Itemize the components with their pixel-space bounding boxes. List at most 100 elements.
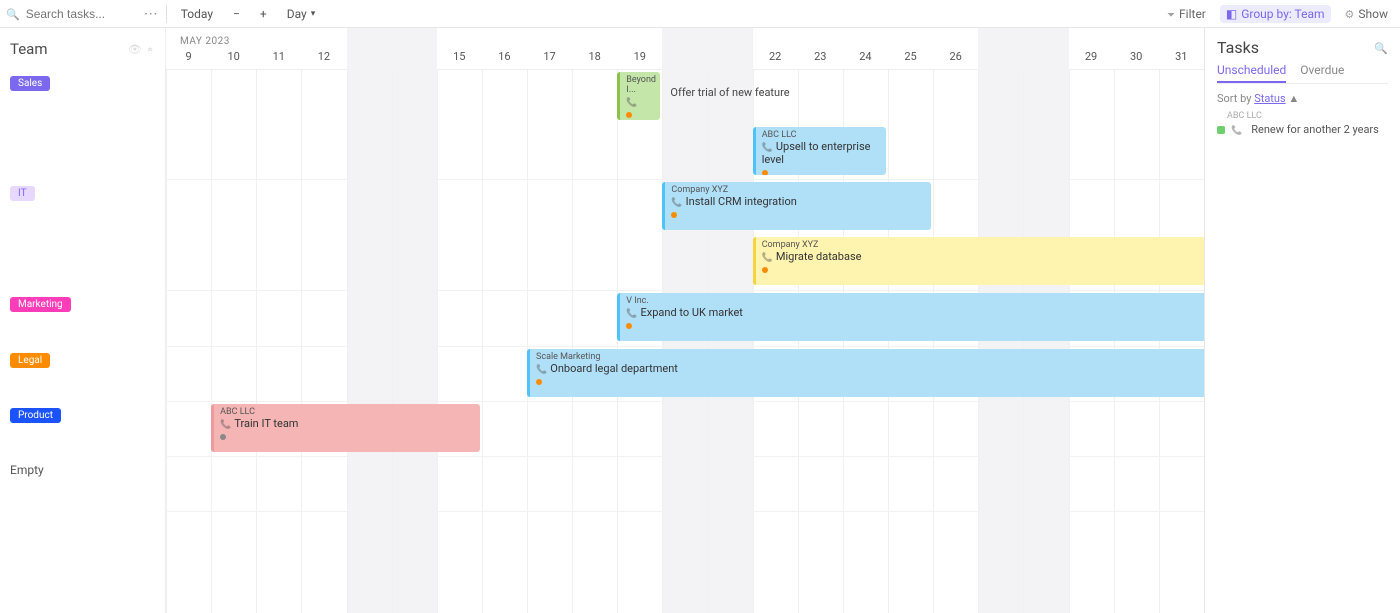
task-client: ABC LLC xyxy=(762,130,880,140)
group-pill[interactable]: Legal xyxy=(10,353,50,368)
task-overflow-label[interactable]: Offer trial of new feature xyxy=(666,84,793,101)
date-cell: 17 xyxy=(527,50,572,69)
task-status-dot xyxy=(671,212,677,218)
month-label: MAY 2023 xyxy=(180,36,230,47)
task-card[interactable]: ABC LLCTrain IT team xyxy=(211,404,480,452)
show-button[interactable]: Show xyxy=(1339,5,1394,23)
task-client: V Inc. xyxy=(626,296,1204,306)
date-cell: 9 xyxy=(166,50,211,69)
group-header: Team xyxy=(0,28,165,70)
sort-label: Sort by xyxy=(1217,92,1251,105)
date-cell: 23 xyxy=(798,50,843,69)
date-cell: 11 xyxy=(256,50,301,69)
task-client: Beyond I... xyxy=(626,75,654,95)
visibility-icon[interactable] xyxy=(128,42,142,57)
date-cell: 16 xyxy=(482,50,527,69)
task-client: Company XYZ xyxy=(671,185,925,195)
group-row: Marketing xyxy=(0,291,165,347)
panel-search-icon[interactable] xyxy=(1374,41,1388,55)
task-title: Upsell to enterprise level xyxy=(762,140,871,166)
view-range-dropdown[interactable]: Day ▾ xyxy=(281,5,322,23)
zoom-out-button[interactable]: − xyxy=(227,5,246,23)
today-button[interactable]: Today xyxy=(175,5,219,23)
task-status-dot xyxy=(626,112,632,118)
sort-value: Status xyxy=(1254,92,1285,105)
date-cell: 30 xyxy=(1114,50,1159,69)
task-title: Onboard legal department xyxy=(536,362,678,375)
date-cell: 19 xyxy=(617,50,662,69)
panel-tab[interactable]: Unscheduled xyxy=(1217,63,1286,83)
status-square-icon xyxy=(1217,126,1225,134)
filter-label: Filter xyxy=(1179,7,1206,21)
phone-icon xyxy=(1231,123,1245,136)
task-title: Migrate database xyxy=(762,250,862,263)
timeline-lane: Beyond I... Offer trial of new feature ABC… xyxy=(166,70,1204,180)
group-pill[interactable]: Product xyxy=(10,408,61,423)
date-cell: 29 xyxy=(1069,50,1114,69)
groupby-icon: ◧ xyxy=(1226,7,1237,21)
panel-title: Tasks xyxy=(1217,38,1259,57)
task-card[interactable]: V Inc.Expand to UK market xyxy=(617,293,1204,341)
timeline-lane xyxy=(166,457,1204,512)
task-title: Install CRM integration xyxy=(671,195,796,208)
search-input[interactable] xyxy=(26,7,136,21)
task-status-dot xyxy=(762,267,768,273)
date-cell: 25 xyxy=(888,50,933,69)
group-row: IT xyxy=(0,180,165,291)
task-client: Scale Marketing xyxy=(536,352,1204,362)
date-cell: 31 xyxy=(1159,50,1204,69)
group-row: Product xyxy=(0,402,165,457)
task-status-dot xyxy=(220,434,226,440)
group-row: Legal xyxy=(0,347,165,402)
group-sidebar: Team Sales IT Marketing Legal Product Empty xyxy=(0,28,166,613)
date-cell: 22 xyxy=(753,50,798,69)
group-title: Team xyxy=(10,40,48,58)
unscheduled-title: Renew for another 2 years xyxy=(1251,123,1379,136)
gear-icon xyxy=(1345,7,1355,21)
group-pill[interactable]: IT xyxy=(10,186,35,201)
date-cell: 10 xyxy=(211,50,256,69)
timeline-lane: ABC LLCTrain IT team xyxy=(166,402,1204,457)
divider xyxy=(166,5,167,23)
group-pill[interactable]: Marketing xyxy=(10,297,71,312)
task-title: Expand to UK market xyxy=(626,306,743,319)
task-title xyxy=(626,95,640,108)
task-client: ABC LLC xyxy=(220,407,474,417)
date-cell: 26 xyxy=(933,50,978,69)
unscheduled-task[interactable]: ABC LLCRenew for another 2 years xyxy=(1217,111,1388,136)
groupby-button[interactable]: ◧ Group by: Team xyxy=(1220,5,1331,23)
tasks-panel: Tasks Unscheduled Overdue Sort by Status … xyxy=(1204,28,1400,613)
date-cell: 15 xyxy=(437,50,482,69)
task-card[interactable]: Company XYZInstall CRM integration xyxy=(662,182,931,230)
task-card[interactable]: Scale MarketingOnboard legal department xyxy=(527,349,1204,397)
show-label: Show xyxy=(1358,7,1388,21)
sort-caret-icon: ▲ xyxy=(1288,92,1299,105)
more-icon[interactable] xyxy=(144,6,158,22)
timeline-lane: Company XYZInstall CRM integrationCompan… xyxy=(166,180,1204,291)
date-cell: 12 xyxy=(301,50,346,69)
group-pill[interactable]: Sales xyxy=(10,76,50,91)
zoom-in-button[interactable]: + xyxy=(254,5,273,23)
filter-button[interactable]: Filter xyxy=(1161,5,1212,23)
timeline-lane: V Inc.Expand to UK market xyxy=(166,291,1204,347)
task-status-dot xyxy=(762,170,768,175)
task-client: Company XYZ xyxy=(762,240,1204,250)
task-card[interactable]: ABC LLCUpsell to enterprise level xyxy=(753,127,886,175)
task-card[interactable]: Beyond I... xyxy=(617,72,660,120)
date-cell: 18 xyxy=(572,50,617,69)
sort-control[interactable]: Sort by Status ▲ xyxy=(1217,92,1388,105)
view-range-label: Day xyxy=(287,7,307,21)
task-status-dot xyxy=(536,379,542,385)
group-empty-label: Empty xyxy=(10,463,44,477)
group-row: Empty xyxy=(0,457,165,512)
search-icon xyxy=(6,7,20,21)
group-row: Sales xyxy=(0,70,165,180)
timeline[interactable]: MAY 2023 9101112131415161718192021222324… xyxy=(166,28,1204,613)
collapse-icon[interactable] xyxy=(148,42,153,57)
panel-tab[interactable]: Overdue xyxy=(1300,63,1344,83)
timeline-lane: Scale MarketingOnboard legal department xyxy=(166,347,1204,402)
task-title: Train IT team xyxy=(220,417,298,430)
date-cell: 24 xyxy=(843,50,888,69)
chevron-down-icon: ▾ xyxy=(311,9,316,19)
task-card[interactable]: Company XYZMigrate database xyxy=(753,237,1204,285)
